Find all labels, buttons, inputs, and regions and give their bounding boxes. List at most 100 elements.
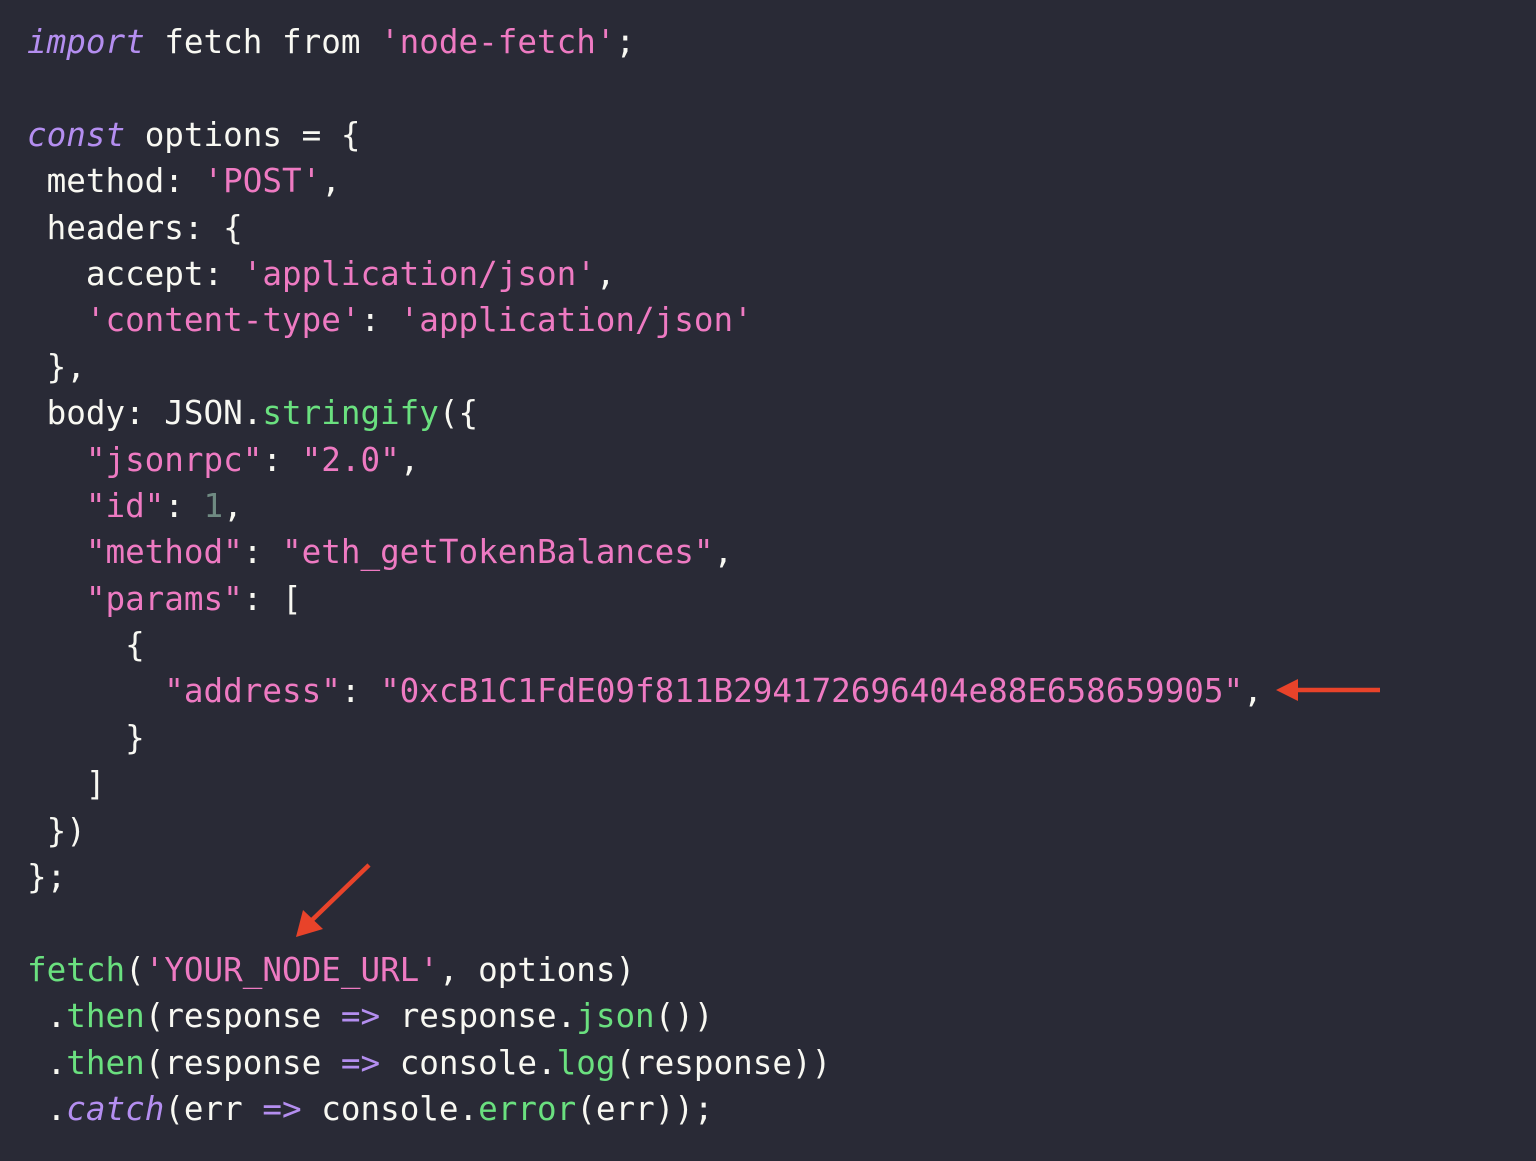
code-line: }, [27,344,1263,390]
code-line: const options = { [27,112,1263,158]
code-line: ] [27,761,1263,807]
plain-token: : [ [242,579,302,618]
plain-token: options = { [125,115,361,154]
plain-token: . [27,1043,67,1082]
function-token: fetch [27,950,126,989]
string-token: 'YOUR_NODE_URL' [144,950,439,989]
function-token: then [66,1043,145,1082]
plain-token: } [27,718,145,757]
string-token: "2.0" [301,440,400,479]
string-token: 'application/json' [242,254,596,293]
code-line: 'content-type': 'application/json' [27,297,1263,343]
arrow-left-icon [1276,679,1380,701]
plain-token: (err)); [576,1089,714,1128]
operator-token: => [262,1089,302,1128]
plain-token: headers: { [27,208,243,247]
string-token: "address" [164,672,341,711]
string-token: 'POST' [203,162,322,201]
code-line: "method": "eth_getTokenBalances", [27,529,1263,575]
plain-token: : [262,440,302,479]
plain-token: }; [27,858,67,897]
function-token: json [576,997,655,1036]
plain-token: response. [380,997,577,1036]
plain-token: (response [144,1043,341,1082]
plain-token: console. [380,1043,557,1082]
plain-token: , [321,162,341,201]
plain-token: . [27,1089,67,1128]
code-line: fetch('YOUR_NODE_URL', options) [27,947,1263,993]
plain-token: (response [144,997,341,1036]
string-token: "method" [85,533,243,572]
plain-token: , [713,533,734,572]
code-line: .then(response => response.json()) [27,993,1263,1039]
plain-token: ] [27,765,106,804]
plain-token: , [399,440,420,479]
code-line: } [27,715,1263,761]
code-line: "address": "0xcB1C1FdE09f811B29417269640… [27,668,1263,714]
code-line: "jsonrpc": "2.0", [27,437,1263,483]
function-token: stringify [262,394,439,433]
plain-token: , [595,254,616,293]
plain-token: console. [301,1089,479,1128]
plain-token: : [242,533,282,572]
code-line: import fetch from 'node-fetch'; [27,19,1263,65]
plain-token: , [1243,672,1263,711]
code-line: method: 'POST', [27,158,1263,204]
keyword-token: import [27,23,145,61]
code-line: }; [27,854,1263,900]
operator-token: => [340,1043,381,1082]
function-token: then [66,997,145,1036]
string-token: 'content-type' [85,301,361,340]
plain-token: (response)) [615,1043,832,1082]
plain-token: : [340,672,381,711]
plain-token: body: JSON. [27,394,263,433]
plain-token: : [360,301,400,340]
plain-token: ( [125,950,145,989]
plain-token: accept: [27,254,243,293]
code-line: }) [27,808,1263,854]
arrow-down-left-icon [296,863,371,937]
plain-token: (err [164,1089,263,1128]
code-line: body: JSON.stringify({ [27,390,1263,436]
number-token: 1 [203,486,224,525]
plain-token: , options) [438,950,636,989]
plain-token: . [27,997,67,1036]
string-token: 'application/json' [399,301,753,340]
string-token: "jsonrpc" [85,440,263,479]
operator-token: => [340,997,381,1036]
plain-token: { [27,626,145,665]
string-token: "id" [85,486,165,525]
keyword-token: catch [66,1089,165,1128]
string-token: 'node-fetch' [380,23,616,61]
plain-token: }) [27,811,86,850]
code-line: "id": 1, [27,483,1263,529]
plain-token: : [164,486,204,525]
plain-token: method: [27,162,204,201]
function-token: error [478,1089,577,1128]
code-line: headers: { [27,205,1263,251]
plain-token: ; [615,23,636,61]
string-token: "eth_getTokenBalances" [282,533,714,572]
code-block: import fetch from 'node-fetch'; const opt… [27,19,1263,1132]
plain-token: , [223,486,243,525]
keyword-token: const [27,115,126,154]
plain-token: ()) [654,997,714,1036]
code-line: .then(response => console.log(response)) [27,1040,1263,1086]
string-token: "0xcB1C1FdE09f811B294172696404e88E658659… [380,672,1244,711]
plain-token: ({ [438,394,479,433]
code-line: { [27,622,1263,668]
plain-token: fetch from [144,23,381,61]
code-line: "params": [ [27,576,1263,622]
function-token: log [556,1043,616,1082]
code-line: accept: 'application/json', [27,251,1263,297]
string-token: "params" [85,579,243,618]
plain-token: }, [27,347,86,386]
